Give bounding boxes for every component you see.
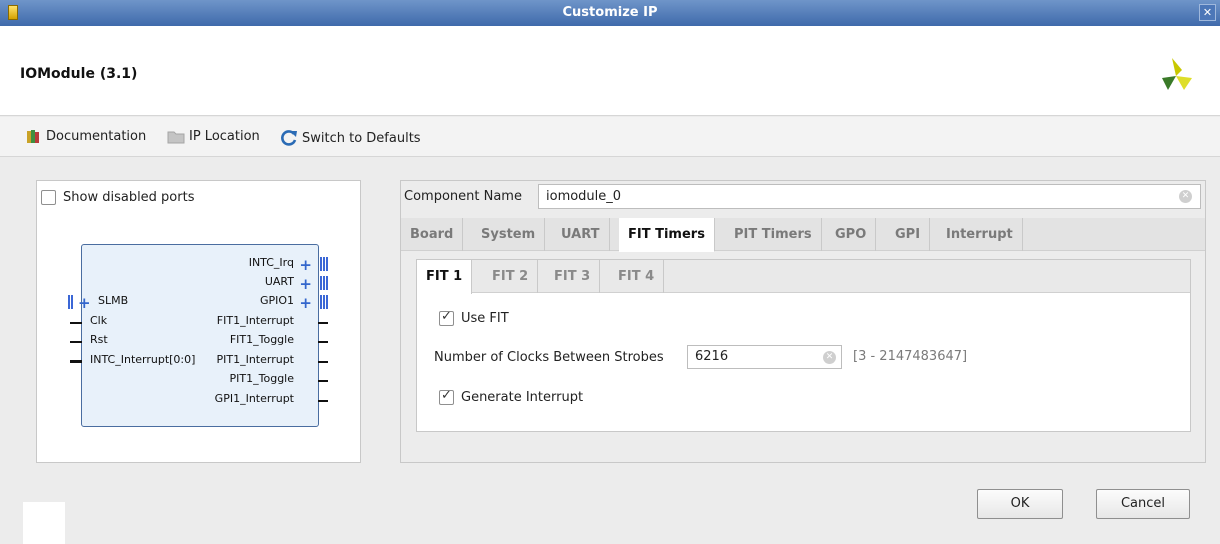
tab-gpo[interactable]: GPO — [826, 218, 877, 251]
component-name-value: iomodule_0 — [546, 189, 622, 204]
port-label: UART — [264, 275, 294, 288]
pin-line — [70, 322, 82, 324]
clocks-between-strobes-label: Number of Clocks Between Strobes — [434, 350, 664, 365]
close-icon[interactable]: ✕ — [1199, 4, 1216, 21]
pin-line — [318, 400, 328, 402]
ip-block-symbol: INTC_Irq UART GPIO1 FIT1_Interrupt FIT1_… — [68, 244, 328, 427]
pin-line — [318, 380, 328, 382]
expand-plus-icon[interactable]: + — [299, 277, 312, 292]
clear-icon[interactable]: ✕ — [823, 351, 836, 364]
checkbox-box[interactable] — [41, 190, 56, 205]
tab-board[interactable]: Board — [401, 218, 464, 251]
checkbox-box[interactable] — [439, 309, 454, 326]
pin-line — [318, 322, 328, 324]
use-fit-checkbox[interactable]: Use FIT — [439, 309, 509, 326]
window-titlebar: Customize IP ✕ — [0, 0, 1220, 26]
clear-icon[interactable]: ✕ — [1179, 190, 1192, 203]
port-label: PIT1_Interrupt — [216, 353, 294, 366]
switch-to-defaults-label: Switch to Defaults — [302, 130, 421, 146]
bus-interface-icon — [68, 295, 73, 309]
pin-line — [318, 341, 328, 343]
toolbar: Documentation IP Location Switch to Defa… — [0, 117, 1220, 157]
cancel-button[interactable]: Cancel — [1096, 489, 1190, 519]
port-label: Rst — [90, 333, 108, 346]
books-icon — [27, 130, 39, 143]
port-label: INTC_Interrupt[0:0] — [90, 353, 196, 366]
generate-interrupt-label: Generate Interrupt — [461, 390, 584, 405]
pin-line — [318, 361, 328, 363]
subtab-fit-2[interactable]: FIT 2 — [483, 260, 539, 293]
generate-interrupt-checkbox[interactable]: Generate Interrupt — [439, 388, 584, 405]
clocks-between-strobes-value: 6216 — [695, 349, 729, 364]
dialog-header: IOModule (3.1) — [0, 26, 1220, 116]
ip-location-button[interactable]: IP Location — [167, 129, 260, 144]
fit-subtab-bar: FIT 1 FIT 2 FIT 3 FIT 4 — [417, 260, 1190, 294]
port-label: INTC_Irq — [248, 256, 294, 269]
component-name-label: Component Name — [404, 189, 522, 204]
port-label: GPIO1 — [259, 294, 294, 307]
tab-uart[interactable]: UART — [552, 218, 610, 251]
port-label: SLMB — [98, 294, 129, 307]
clocks-range-hint: [3 - 2147483647] — [853, 349, 968, 364]
fit-timers-content: FIT 1 FIT 2 FIT 3 FIT 4 Use FIT Number o… — [416, 259, 1191, 432]
window-title: Customize IP — [562, 5, 658, 20]
bus-interface-icon — [320, 295, 328, 309]
documentation-label: Documentation — [46, 129, 147, 144]
subtab-fit-1[interactable]: FIT 1 — [417, 260, 473, 294]
use-fit-label: Use FIT — [461, 311, 509, 326]
ip-symbol-panel: Show disabled ports INTC_Irq UART GPIO1 … — [36, 180, 361, 463]
ip-location-label: IP Location — [189, 129, 260, 144]
bus-interface-icon — [320, 257, 328, 271]
port-label: FIT1_Interrupt — [216, 314, 294, 327]
documentation-button[interactable]: Documentation — [26, 129, 146, 144]
clocks-between-strobes-input[interactable]: 6216 ✕ — [687, 345, 842, 369]
vendor-logo-icon — [1162, 58, 1192, 90]
show-disabled-ports-checkbox[interactable]: Show disabled ports — [41, 190, 194, 205]
component-name-input[interactable]: iomodule_0 ✕ — [538, 184, 1201, 209]
tab-fit-timers[interactable]: FIT Timers — [619, 218, 715, 252]
show-disabled-ports-label: Show disabled ports — [63, 190, 195, 205]
subtab-fit-4[interactable]: FIT 4 — [609, 260, 665, 293]
corner-blank — [23, 502, 65, 544]
checkbox-box[interactable] — [439, 388, 454, 405]
ip-title: IOModule (3.1) — [20, 66, 138, 82]
folder-icon — [167, 131, 185, 143]
expand-plus-icon[interactable]: + — [78, 296, 91, 311]
port-label: FIT1_Toggle — [229, 333, 294, 346]
port-label: PIT1_Toggle — [229, 372, 294, 385]
configuration-panel: Component Name iomodule_0 ✕ Board System… — [400, 180, 1206, 463]
expand-plus-icon[interactable]: + — [299, 296, 312, 311]
expand-plus-icon[interactable]: + — [299, 258, 312, 273]
main-tab-bar: Board System UART FIT Timers PIT Timers … — [401, 218, 1205, 252]
app-icon — [8, 5, 18, 20]
subtab-fit-3[interactable]: FIT 3 — [545, 260, 601, 293]
switch-to-defaults-button[interactable]: Switch to Defaults — [280, 129, 421, 147]
bus-interface-icon — [320, 276, 328, 290]
port-label: Clk — [90, 314, 108, 327]
pin-line — [70, 341, 82, 343]
tab-interrupt[interactable]: Interrupt — [937, 218, 1023, 251]
refresh-icon — [281, 130, 297, 146]
tab-pit-timers[interactable]: PIT Timers — [725, 218, 822, 251]
pin-line — [70, 360, 82, 363]
tab-system[interactable]: System — [472, 218, 546, 251]
port-label: GPI1_Interrupt — [214, 392, 294, 405]
tab-gpi[interactable]: GPI — [886, 218, 931, 251]
ok-button[interactable]: OK — [977, 489, 1063, 519]
